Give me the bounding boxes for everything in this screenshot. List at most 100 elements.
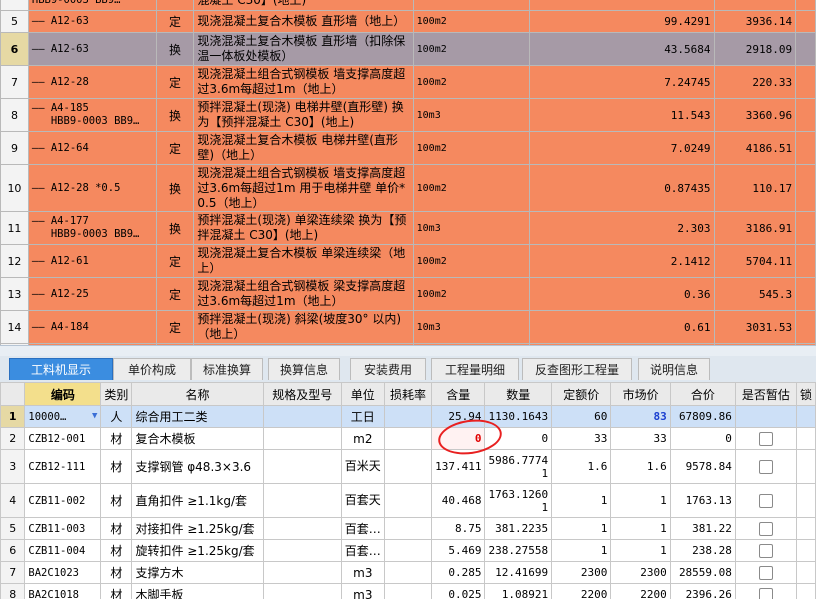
price-cell[interactable]: 2918.09	[713, 32, 797, 66]
tab-conversion-info[interactable]: 换算信息	[268, 358, 340, 380]
quantity-cell[interactable]: 5986.7774 1	[484, 449, 553, 484]
loss-rate-cell[interactable]	[383, 427, 433, 450]
category-cell[interactable]: 换	[155, 32, 195, 66]
code-cell[interactable]: —— A12-25	[27, 277, 157, 311]
quantity-cell[interactable]: 0.61	[529, 310, 715, 344]
category-cell[interactable]: 定	[155, 65, 195, 99]
total-price-cell[interactable]: 381.22	[669, 517, 736, 540]
quantity-cell[interactable]: 381.2235	[484, 517, 553, 540]
loss-rate-cell[interactable]	[383, 583, 433, 599]
sub-item-row[interactable]: HBB9-0003 BB9… 混凝土 C30】(地上)	[0, 0, 816, 11]
header-code[interactable]: 编码	[24, 382, 102, 406]
spec-cell[interactable]	[262, 427, 342, 450]
quantity-cell[interactable]: 43.5684	[529, 32, 715, 66]
spacer-cell[interactable]	[795, 277, 816, 311]
lock-cell[interactable]	[795, 449, 816, 484]
unit-cell[interactable]: 100m2	[412, 244, 531, 278]
sub-item-row[interactable]: 14 —— A4-184 定预拌混凝土(现浇) 斜梁(坡度30° 以内)（地上） 10…	[0, 310, 816, 344]
loss-rate-cell[interactable]	[383, 517, 433, 540]
tab-installation-cost[interactable]: 安装费用	[350, 358, 426, 380]
name-cell[interactable]: 现浇混凝土组合式钢模板 墙支撑高度超过3.6m每超过1m 用于电梯井壁 单价*0…	[193, 164, 414, 212]
unit-cell[interactable]: 100m2	[412, 10, 531, 33]
spec-cell[interactable]	[262, 517, 342, 540]
unit-cell[interactable]: 100m2	[412, 32, 531, 66]
resource-row[interactable]: 8 BA2C1018 材 木脚手板 m3 0.025 1.08921 2200 2200 2396…	[0, 583, 816, 599]
code-cell[interactable]: —— A4-177 HBB9-0003 BB9…	[27, 211, 157, 245]
code-cell[interactable]: —— A12-63	[27, 10, 157, 33]
tab-reverse-graphic-quantity[interactable]: 反查图形工程量	[522, 358, 632, 380]
spec-cell[interactable]	[262, 539, 342, 562]
lock-cell[interactable]	[795, 561, 816, 584]
name-cell[interactable]: 现浇混凝土组合式钢模板 墙支撑高度超过3.6m每超过1m（地上）	[193, 65, 414, 99]
lock-cell[interactable]	[795, 583, 816, 599]
market-price-cell[interactable]: 2300	[610, 561, 671, 584]
lock-cell[interactable]	[795, 517, 816, 540]
unit-cell[interactable]: 工日	[340, 405, 385, 428]
category-cell[interactable]: 换	[155, 98, 195, 132]
spec-cell[interactable]	[262, 561, 342, 584]
category-cell[interactable]: 定	[155, 131, 195, 165]
unit-cell[interactable]: 百套…	[340, 517, 385, 540]
resource-row[interactable]: 2 CZB12-001 材复合木模板 m2 0 0 33 33 0	[0, 427, 816, 450]
spec-cell[interactable]	[262, 449, 342, 484]
market-price-cell[interactable]: 1.6	[610, 449, 671, 484]
name-cell[interactable]: 综合用工二类	[131, 405, 264, 428]
quota-price-cell[interactable]: 1	[551, 483, 612, 518]
category-cell[interactable]: 材	[100, 517, 133, 540]
unit-cell[interactable]: 百套天	[340, 483, 385, 518]
name-cell[interactable]: 支撑方木	[131, 561, 264, 584]
header-lock[interactable]: 锁	[795, 382, 816, 406]
provisional-checkbox[interactable]	[758, 521, 773, 536]
name-cell[interactable]: 现浇混凝土复合木模板 直形墙（扣除保温一体板处模板）	[193, 32, 414, 66]
content-cell[interactable]: 0	[431, 427, 486, 450]
spacer-cell[interactable]	[795, 32, 816, 66]
total-price-cell[interactable]: 0	[669, 427, 736, 450]
spacer-cell[interactable]	[795, 10, 816, 33]
category-cell[interactable]: 材	[100, 539, 133, 562]
content-cell[interactable]: 0.025	[431, 583, 486, 599]
name-cell[interactable]: 木脚手板	[131, 583, 264, 599]
resource-row[interactable]: 6 CZB11-004 材旋转扣件 ≥1.25kg/套 百套… 5.469 238.275…	[0, 539, 816, 562]
quantity-cell[interactable]: 1763.1260 1	[484, 483, 553, 518]
category-cell[interactable]: 材	[100, 483, 133, 518]
spacer-cell[interactable]	[795, 211, 816, 245]
spec-cell[interactable]	[262, 483, 342, 518]
header-category[interactable]: 类别	[100, 382, 133, 406]
unit-cell[interactable]	[412, 0, 531, 11]
unit-cell[interactable]: m3	[340, 561, 385, 584]
price-cell[interactable]: 220.33	[713, 65, 797, 99]
loss-rate-cell[interactable]	[383, 561, 433, 584]
name-cell[interactable]: 现浇混凝土复合木模板 单梁连续梁（地上）	[193, 244, 414, 278]
category-cell[interactable]: 材	[100, 561, 133, 584]
spacer-cell[interactable]	[795, 98, 816, 132]
quota-price-cell[interactable]: 1.6	[551, 449, 612, 484]
quantity-cell[interactable]: 12.41699	[484, 561, 553, 584]
code-cell[interactable]: —— A12-61	[27, 244, 157, 278]
code-cell[interactable]: ▼ 10000…	[24, 405, 102, 428]
provisional-checkbox[interactable]	[758, 459, 773, 474]
code-cell[interactable]: —— A4-184	[27, 310, 157, 344]
category-cell[interactable]: 材	[100, 427, 133, 450]
category-cell[interactable]: 定	[155, 10, 195, 33]
lock-cell[interactable]	[795, 483, 816, 518]
sub-item-row[interactable]: 13 —— A12-25 定现浇混凝土组合式钢模板 梁支撑高度超过3.6m每超过1m…	[0, 277, 816, 311]
code-cell[interactable]: CZB11-004	[24, 539, 102, 562]
category-cell[interactable]: 材	[100, 583, 133, 599]
market-price-cell[interactable]: 1	[610, 539, 671, 562]
tab-standard-conversion[interactable]: 标准换算	[191, 358, 263, 380]
sub-item-row[interactable]: 6 —— A12-63 换现浇混凝土复合木模板 直形墙（扣除保温一体板处模板） 100…	[0, 32, 816, 66]
quota-price-cell[interactable]: 1	[551, 539, 612, 562]
category-cell[interactable]: 材	[100, 449, 133, 484]
sub-item-row[interactable]: 7 —— A12-28 定现浇混凝土组合式钢模板 墙支撑高度超过3.6m每超过1m（…	[0, 65, 816, 99]
name-cell[interactable]: 支撑钢管 φ48.3×3.6	[131, 449, 264, 484]
header-quantity[interactable]: 数量	[484, 382, 553, 406]
name-cell[interactable]: 对接扣件 ≥1.25kg/套	[131, 517, 264, 540]
total-price-cell[interactable]: 28559.08	[669, 561, 736, 584]
code-cell[interactable]: BA2C1018	[24, 583, 102, 599]
name-cell[interactable]: 现浇混凝土组合式钢模板 梁支撑高度超过3.6m每超过1m（地上）	[193, 277, 414, 311]
resource-row[interactable]: 7 BA2C1023 材支撑方木 m3 0.285 12.41699 2300 2300 285…	[0, 561, 816, 584]
name-cell[interactable]: 预拌混凝土(现浇) 电梯井壁(直形壁) 换为【预拌混凝土 C30】(地上)	[193, 98, 414, 132]
sub-item-row[interactable]: 9 —— A12-64 定现浇混凝土复合木模板 电梯井壁(直形壁)（地上） 100m2…	[0, 131, 816, 165]
header-spec-model[interactable]: 规格及型号	[262, 382, 342, 406]
content-cell[interactable]: 40.468	[431, 483, 486, 518]
